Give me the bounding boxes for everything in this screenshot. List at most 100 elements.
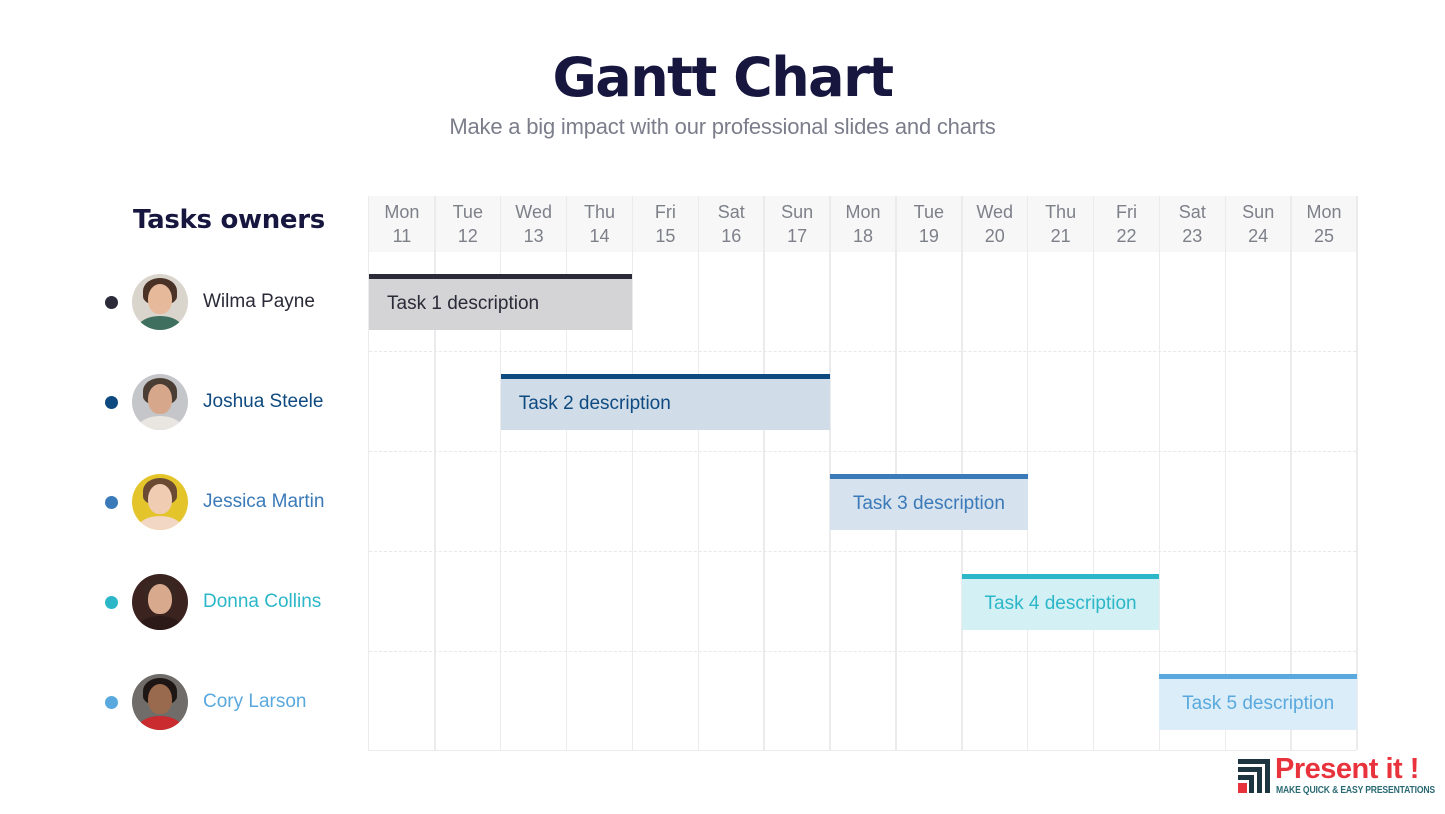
owner-name: Joshua Steele <box>203 391 324 412</box>
grid-column-line <box>895 196 897 750</box>
day-date-label: 16 <box>721 226 742 246</box>
grid-row-divider <box>369 451 1356 452</box>
avatar <box>132 574 188 630</box>
grid-row-divider <box>369 651 1356 652</box>
day-header: Thu 14 <box>567 200 633 248</box>
gantt-grid: Mon 11 Tue 12 Wed 13 Thu 14 Fri 15 Sat 16 Sun 17 Mon 18… <box>368 196 1358 751</box>
logo-brand-text: Present it ! <box>1275 753 1419 785</box>
day-header: Mon 25 <box>1291 200 1357 248</box>
day-header: Sun 17 <box>764 200 830 248</box>
day-date-label: 25 <box>1314 226 1335 246</box>
grid-column-line <box>1356 196 1358 750</box>
owner-name: Wilma Payne <box>203 291 315 312</box>
day-date-label: 24 <box>1248 226 1269 246</box>
day-of-week-label: Mon <box>1306 202 1342 222</box>
grid-column-line <box>1158 196 1161 750</box>
logo-tagline: MAKE QUICK & EASY PRESENTATIONS <box>1276 784 1436 796</box>
grid-column-line <box>1026 196 1029 750</box>
day-date-label: 18 <box>852 226 873 246</box>
task-bar[interactable]: Task 2 description <box>500 374 831 430</box>
owner-name: Donna Collins <box>203 591 322 612</box>
grid-column-line <box>1290 196 1292 750</box>
day-header: Mon 18 <box>830 200 896 248</box>
task-bar-cap <box>1159 674 1357 679</box>
page-subtitle: Make a big impact with our professional … <box>449 114 996 139</box>
day-of-week-label: Mon <box>845 202 881 222</box>
task-label: Task 1 description <box>387 293 540 314</box>
day-of-week-label: Wed <box>515 202 552 222</box>
day-header: Sat 23 <box>1159 200 1225 248</box>
day-date-label: 17 <box>787 226 808 246</box>
task-label: Task 4 description <box>984 593 1137 614</box>
day-of-week-label: Sat <box>1178 202 1206 222</box>
day-header: Sun 24 <box>1225 200 1291 248</box>
grid-column-line <box>697 196 700 750</box>
avatar <box>132 374 188 430</box>
avatar <box>132 674 188 730</box>
grid-row-divider <box>369 351 1356 352</box>
grid-column-line <box>829 196 831 750</box>
owner-name: Jessica Martin <box>203 491 325 512</box>
day-of-week-label: Wed <box>976 202 1014 222</box>
day-date-label: 12 <box>457 226 478 246</box>
day-date-label: 13 <box>523 226 544 246</box>
day-of-week-label: Sun <box>781 202 814 222</box>
task-bar[interactable]: Task 5 description <box>1159 674 1357 730</box>
avatar <box>132 274 188 330</box>
task-bar-cap <box>961 574 1160 579</box>
task-label: Task 2 description <box>518 393 671 414</box>
grid-column-line <box>1092 196 1095 750</box>
grid-column-line <box>1224 196 1227 750</box>
day-date-label: 11 <box>392 226 412 246</box>
day-header: Wed 20 <box>962 200 1028 248</box>
owner-color-dot-icon <box>105 395 118 409</box>
owner-color-dot-icon <box>105 495 118 509</box>
avatar <box>132 474 188 530</box>
day-of-week-label: Sat <box>717 202 745 222</box>
owner-color-dot-icon <box>105 295 118 309</box>
owner-item: Donna Collins <box>100 572 360 632</box>
day-header: Fri 22 <box>1094 200 1160 248</box>
owners-heading: Tasks owners <box>133 205 325 235</box>
owner-item: Cory Larson <box>100 672 360 732</box>
day-date-label: 15 <box>655 226 676 246</box>
day-date-label: 21 <box>1050 226 1071 246</box>
day-date-label: 23 <box>1182 226 1203 246</box>
day-date-label: 19 <box>918 226 939 246</box>
owner-color-dot-icon <box>105 595 118 609</box>
logo-mark-icon <box>1238 759 1270 793</box>
task-bar[interactable]: Task 4 description <box>961 574 1160 630</box>
day-of-week-label: Tue <box>913 202 945 222</box>
day-date-label: 20 <box>984 226 1005 246</box>
owner-item: Joshua Steele <box>100 372 360 432</box>
day-date-label: 22 <box>1116 226 1137 246</box>
day-header: Tue 12 <box>435 200 501 248</box>
day-of-week-label: Fri <box>1115 202 1137 222</box>
grid-column-line <box>961 196 963 750</box>
day-of-week-label: Fri <box>654 202 676 222</box>
task-bar[interactable]: Task 1 description <box>369 274 633 330</box>
task-label: Task 3 description <box>852 493 1005 514</box>
day-of-week-label: Thu <box>584 202 616 222</box>
day-header: Sat 16 <box>698 200 764 248</box>
page-title: Gantt Chart <box>552 46 894 109</box>
day-header: Fri 15 <box>632 200 698 248</box>
task-label: Task 5 description <box>1182 693 1335 714</box>
day-of-week-label: Mon <box>384 202 420 222</box>
owner-item: Jessica Martin <box>100 472 360 532</box>
owner-name: Cory Larson <box>203 691 307 712</box>
day-date-label: 14 <box>589 226 610 246</box>
day-of-week-label: Thu <box>1045 202 1077 222</box>
day-of-week-label: Sun <box>1242 202 1275 222</box>
brand-logo: Present it ! MAKE QUICK & EASY PRESENTAT… <box>1238 753 1438 798</box>
day-header: Wed 13 <box>501 200 567 248</box>
task-bar-cap <box>369 274 633 279</box>
day-header: Thu 21 <box>1028 200 1094 248</box>
grid-column-line <box>763 196 765 750</box>
task-bar[interactable]: Task 3 description <box>830 474 1028 530</box>
grid-row-divider <box>369 551 1356 552</box>
day-of-week-label: Tue <box>452 202 483 222</box>
task-bar-cap <box>500 374 831 379</box>
day-header: Tue 19 <box>896 200 962 248</box>
day-header: Mon 11 <box>369 200 435 248</box>
